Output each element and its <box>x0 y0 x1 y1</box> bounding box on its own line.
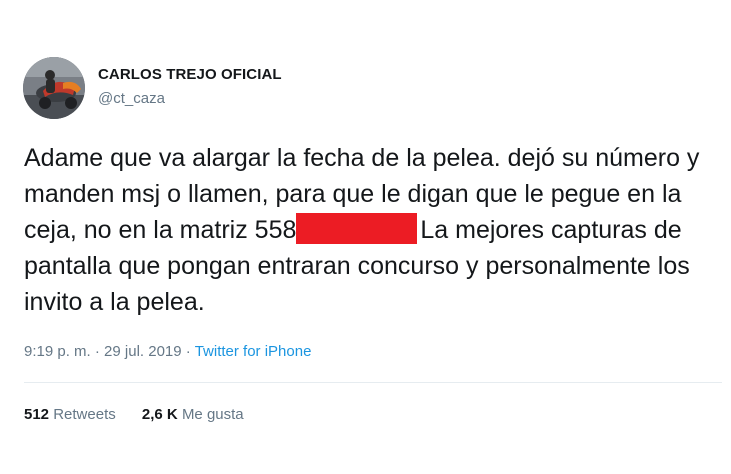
avatar-image <box>23 57 85 119</box>
likes-count: 2,6 K <box>141 406 178 423</box>
likes-stat[interactable]: 2,6 K Me gusta <box>142 406 244 423</box>
retweets-stat[interactable]: 512 Retweets <box>24 406 116 423</box>
meta-separator: · <box>94 343 100 360</box>
tweet-source-link[interactable]: Twitter for iPhone <box>195 343 312 360</box>
tweet-meta: 9:19 p. m. · 29 jul. 2019 · Twitter for … <box>24 343 311 360</box>
retweets-count: 512 <box>24 406 50 423</box>
meta-separator: · <box>185 343 191 360</box>
tweet-text: Adame que va alargar la fecha de la pele… <box>24 140 714 320</box>
retweets-label: Retweets <box>53 406 116 423</box>
tweet-time[interactable]: 9:19 p. m. <box>24 343 91 360</box>
tweet-stats: 512 Retweets 2,6 K Me gusta <box>24 406 244 423</box>
divider <box>24 382 722 383</box>
likes-label: Me gusta <box>181 406 244 423</box>
display-name[interactable]: CARLOS TREJO OFICIAL <box>98 66 282 83</box>
redaction-box <box>296 213 418 244</box>
avatar[interactable] <box>23 57 85 119</box>
user-handle[interactable]: @ct_caza <box>98 90 165 107</box>
tweet-date[interactable]: 29 jul. 2019 <box>104 343 182 360</box>
